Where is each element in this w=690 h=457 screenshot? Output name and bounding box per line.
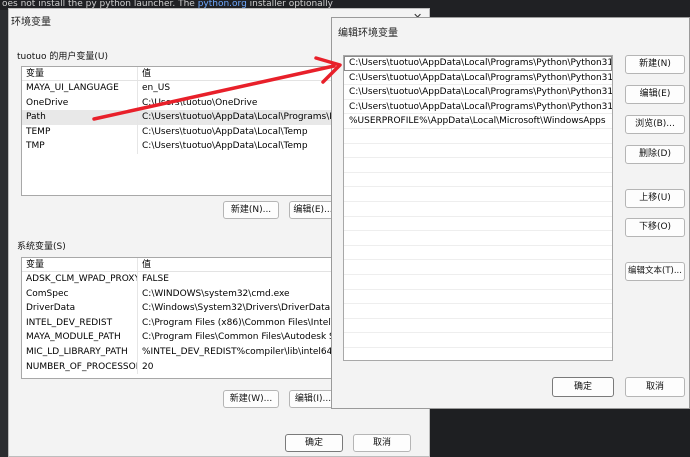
list-item-empty[interactable] (344, 217, 612, 232)
var-name: NUMBER_OF_PROCESSORS (22, 359, 138, 375)
user-vars-label: tuotuo 的用户变量(U) (17, 52, 108, 62)
var-value: C:\Users\tuotuo\AppData\Local\Temp (142, 141, 308, 152)
var-name: ADSK_CLM_WPAD_PROXY... (22, 272, 138, 287)
list-item[interactable]: C:\Users\tuotuo\AppData\Local\Programs\P… (344, 85, 612, 100)
var-name: Path (22, 110, 138, 125)
table-row[interactable]: MIC_LD_LIBRARY_PATH %INTEL_DEV_REDIST%com… (22, 344, 336, 360)
table-row[interactable]: DriverData C:\Windows\System32\Drivers\Dr… (22, 301, 336, 316)
col-value: 值 (142, 260, 152, 270)
table-row[interactable]: MAYA_UI_LANGUAGE en_US (22, 81, 336, 96)
var-name: OneDrive (22, 95, 138, 111)
var-value: C:\Program Files\Common Files\Autodesk S… (142, 332, 336, 343)
col-variable: 变量 (22, 67, 138, 80)
list-item-empty[interactable] (344, 173, 612, 188)
list-item-empty[interactable] (344, 144, 612, 159)
var-value: 20 (142, 361, 154, 372)
list-item-empty[interactable] (344, 304, 612, 319)
list-item-empty[interactable] (344, 275, 612, 290)
var-value: C:\Users\tuotuo\AppData\Local\Programs\P… (142, 112, 336, 123)
list-item-empty[interactable] (344, 260, 612, 275)
list-item-empty[interactable] (344, 129, 612, 144)
list-item[interactable]: C:\Users\tuotuo\AppData\Local\Programs\P… (344, 71, 612, 86)
system-edit-button[interactable]: 编辑(I)... (289, 390, 337, 408)
var-name: TMP (22, 139, 138, 154)
var-value: C:\Users\tuotuo\AppData\Local\Temp (142, 126, 308, 137)
user-new-button[interactable]: 新建(N)... (223, 201, 279, 219)
list-item-empty[interactable] (344, 246, 612, 261)
table-row[interactable]: MAYA_MODULE_PATH C:\Program Files\Common … (22, 330, 336, 345)
table-row[interactable]: TEMP C:\Users\tuotuo\AppData\Local\Temp (22, 124, 336, 140)
edit-cancel-button[interactable]: 取消 (625, 377, 685, 397)
move-up-button[interactable]: 上移(U) (625, 189, 685, 208)
var-value: C:\Windows\System32\Drivers\DriverData (142, 303, 331, 314)
list-item-empty[interactable] (344, 231, 612, 246)
table-row[interactable]: INTEL_DEV_REDIST C:\Program Files (x86)\C… (22, 315, 336, 331)
move-down-button[interactable]: 下移(O) (625, 218, 685, 237)
list-item-empty[interactable] (344, 319, 612, 334)
var-name: MAYA_UI_LANGUAGE (22, 81, 138, 96)
path-entries-list: C:\Users\tuotuo\AppData\Local\Programs\P… (343, 55, 613, 361)
env-ok-button[interactable]: 确定 (285, 434, 343, 452)
system-vars-table: 变量 值 ADSK_CLM_WPAD_PROXY... FALSE ComSpec… (21, 257, 337, 379)
col-variable: 变量 (22, 258, 138, 271)
var-name: INTEL_DEV_REDIST (22, 315, 138, 331)
var-value: %INTEL_DEV_REDIST%compiler\lib\intel64_w… (142, 346, 336, 357)
list-item-empty[interactable] (344, 202, 612, 217)
col-value: 值 (142, 69, 152, 79)
user-edit-button[interactable]: 编辑(E)... (289, 201, 337, 219)
delete-button[interactable]: 删除(D) (625, 145, 685, 164)
list-item[interactable]: C:\Users\tuotuo\AppData\Local\Programs\P… (344, 100, 612, 115)
list-item[interactable]: %USERPROFILE%\AppData\Local\Microsoft\Wi… (344, 114, 612, 129)
list-item-empty[interactable] (344, 290, 612, 305)
edit-text-button[interactable]: 编辑文本(T)... (625, 262, 685, 281)
list-item-empty[interactable] (344, 158, 612, 173)
env-dialog-title: 环境变量 (11, 17, 51, 28)
user-vars-table: 变量 值 MAYA_UI_LANGUAGE en_US OneDrive C:\Us… (21, 66, 337, 196)
table-row-selected[interactable]: Path C:\Users\tuotuo\AppData\Local\Progra… (22, 110, 336, 125)
edit-entry-button[interactable]: 编辑(E) (625, 85, 685, 104)
new-entry-button[interactable]: 新建(N) (625, 55, 685, 74)
var-value: FALSE (142, 274, 169, 284)
user-vars-header: 变量 值 (22, 67, 336, 81)
edit-ok-button[interactable]: 确定 (552, 377, 614, 397)
var-name: DriverData (22, 301, 138, 316)
var-name: ComSpec (22, 286, 138, 302)
table-row[interactable]: ComSpec C:\WINDOWS\system32\cmd.exe (22, 286, 336, 302)
edit-dialog-title: 编辑环境变量 (338, 28, 398, 39)
var-value: C:\Program Files (x86)\Common Files\Inte… (142, 317, 336, 328)
var-name: TEMP (22, 124, 138, 140)
table-row[interactable]: TMP C:\Users\tuotuo\AppData\Local\Temp (22, 139, 336, 154)
browse-button[interactable]: 浏览(B)... (625, 115, 685, 134)
var-name: MIC_LD_LIBRARY_PATH (22, 344, 138, 360)
system-vars-label: 系统变量(S) (17, 242, 66, 252)
var-value: C:\Users\tuotuo\OneDrive (142, 97, 258, 108)
list-item[interactable]: C:\Users\tuotuo\AppData\Local\Programs\P… (344, 56, 612, 71)
var-name: MAYA_MODULE_PATH (22, 330, 138, 345)
table-row[interactable]: NUMBER_OF_PROCESSORS 20 (22, 359, 336, 375)
table-row[interactable]: OneDrive C:\Users\tuotuo\OneDrive (22, 95, 336, 111)
table-row[interactable]: ADSK_CLM_WPAD_PROXY... FALSE (22, 272, 336, 287)
system-vars-header: 变量 值 (22, 258, 336, 272)
var-value: en_US (142, 83, 171, 93)
list-item-empty[interactable] (344, 333, 612, 348)
background-edge (0, 10, 8, 457)
var-value: C:\WINDOWS\system32\cmd.exe (142, 288, 290, 299)
list-item-empty[interactable] (344, 187, 612, 202)
env-cancel-button[interactable]: 取消 (353, 434, 411, 452)
system-new-button[interactable]: 新建(W)... (223, 390, 279, 408)
edit-env-variable-dialog: 编辑环境变量 C:\Users\tuotuo\AppData\Local\Pro… (331, 17, 690, 409)
